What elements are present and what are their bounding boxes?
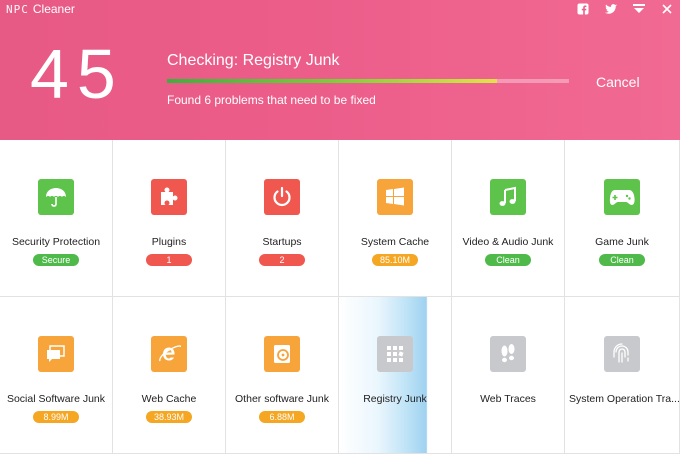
music-note-icon xyxy=(490,179,526,215)
tile-label: Video & Audio Junk xyxy=(462,236,554,248)
tile-game-junk[interactable]: Game Junk Clean xyxy=(565,140,680,297)
tile-label: Social Software Junk xyxy=(6,393,106,405)
browser-e-icon xyxy=(151,336,187,372)
status-badge: 8.99M xyxy=(33,411,79,423)
twitter-icon[interactable] xyxy=(604,2,618,16)
tile-label: Startups xyxy=(262,236,302,248)
tile-label: System Operation Tra... xyxy=(569,393,679,405)
status-badge: Clean xyxy=(599,254,645,266)
status-badge: 1 xyxy=(146,254,192,266)
puzzle-icon xyxy=(151,179,187,215)
tile-security-protection[interactable]: Security Protection Secure xyxy=(0,140,113,297)
scan-category-grid: Security Protection Secure Plugins 1 Sta… xyxy=(0,140,680,454)
status-badge: Clean xyxy=(485,254,531,266)
tile-video-audio-junk[interactable]: Video & Audio Junk Clean xyxy=(452,140,565,297)
tile-social-software-junk[interactable]: Social Software Junk 8.99M xyxy=(0,297,113,454)
tile-system-operation-traces[interactable]: System Operation Tra... xyxy=(565,297,680,454)
footprints-icon xyxy=(490,336,526,372)
tile-plugins[interactable]: Plugins 1 xyxy=(113,140,226,297)
tile-label: Web Cache xyxy=(141,393,197,405)
registry-grid-icon xyxy=(377,336,413,372)
umbrella-icon xyxy=(38,179,74,215)
tile-label: Security Protection xyxy=(11,236,101,248)
scan-progress-fill xyxy=(167,79,497,83)
tile-label: Web Traces xyxy=(480,393,536,405)
status-badge: 6.88M xyxy=(259,411,305,423)
tile-label: Registry Junk xyxy=(363,393,427,405)
scan-status-subtitle: Found 6 problems that need to be fixed xyxy=(167,93,376,107)
window-controls xyxy=(576,2,674,16)
disc-icon xyxy=(264,336,300,372)
problem-count: 45 xyxy=(30,35,124,113)
tile-label: Game Junk xyxy=(595,236,649,248)
gamepad-icon xyxy=(604,179,640,215)
tile-system-cache[interactable]: System Cache 85.10M xyxy=(339,140,452,297)
logo-mark: NPC xyxy=(6,2,29,16)
fingerprint-icon xyxy=(604,336,640,372)
scan-progress-bar xyxy=(167,79,569,83)
menu-icon[interactable] xyxy=(632,2,646,16)
cancel-button[interactable]: Cancel xyxy=(596,74,640,90)
tile-web-cache[interactable]: Web Cache 38.93M xyxy=(113,297,226,454)
status-badge: 38.93M xyxy=(146,411,192,423)
facebook-icon[interactable] xyxy=(576,2,590,16)
tile-other-software-junk[interactable]: Other software Junk 6.88M xyxy=(226,297,339,454)
scan-header: NPC Cleaner 45 Checking: Registry Junk F… xyxy=(0,0,680,140)
tile-label: Plugins xyxy=(151,236,187,248)
app-name: Cleaner xyxy=(32,2,75,16)
scan-status-title: Checking: Registry Junk xyxy=(167,52,340,69)
tile-web-traces[interactable]: Web Traces xyxy=(452,297,565,454)
status-badge: Secure xyxy=(33,254,79,266)
app-logo: NPC Cleaner xyxy=(6,2,75,16)
power-icon xyxy=(264,179,300,215)
close-icon[interactable] xyxy=(660,2,674,16)
tile-label: System Cache xyxy=(360,236,430,248)
tile-registry-junk[interactable]: Registry Junk xyxy=(339,297,452,454)
chat-icon xyxy=(38,336,74,372)
windows-icon xyxy=(377,179,413,215)
status-badge: 85.10M xyxy=(372,254,418,266)
status-badge: 2 xyxy=(259,254,305,266)
cleaner-window: NPC Cleaner 45 Checking: Registry Junk F… xyxy=(0,0,680,454)
tile-startups[interactable]: Startups 2 xyxy=(226,140,339,297)
tile-label: Other software Junk xyxy=(235,393,329,405)
